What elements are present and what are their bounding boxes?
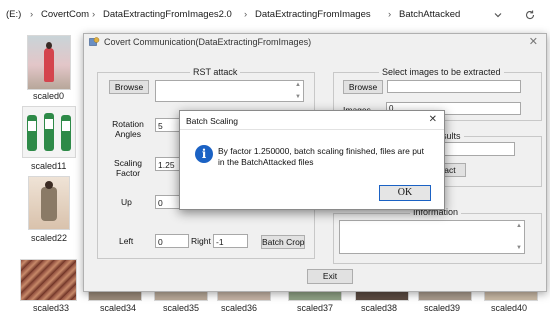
thumbnail-label: scaled40 — [491, 303, 528, 313]
main-window-title: Covert Communication(DataExtractingFromI… — [104, 37, 312, 47]
up-label: Up — [121, 197, 132, 207]
thumbnail-label: scaled35 — [163, 303, 200, 313]
thumbnail-label: scaled22 — [31, 233, 68, 243]
thumbnail-label: scaled0 — [33, 91, 65, 101]
left-label: Left — [119, 236, 134, 246]
scroll-down-icon[interactable]: ▼ — [295, 94, 301, 100]
breadcrumb-separator: › — [30, 9, 34, 20]
browse-button[interactable]: Browse — [343, 80, 383, 94]
breadcrumb-covertcom[interactable]: CovertCom — [41, 9, 89, 20]
close-icon[interactable]: ✕ — [429, 114, 437, 125]
right-label: Right — [191, 236, 211, 246]
select-images-label: Select images to be extracted — [379, 67, 504, 77]
breadcrumb-batchattacked[interactable]: BatchAttacked — [399, 9, 460, 20]
rotation-angles-input[interactable]: 5 — [155, 118, 181, 132]
information-textarea[interactable]: ▲ ▼ — [339, 220, 525, 254]
scroll-up-icon[interactable]: ▲ — [295, 82, 301, 88]
thumbnail-label: scaled34 — [100, 303, 137, 313]
thumbnail-label: scaled36 — [221, 303, 258, 313]
rst-attack-label: RST attack — [190, 67, 241, 77]
breadcrumb-dataextracting[interactable]: DataExtractingFromImages — [255, 9, 371, 20]
breadcrumb-drive[interactable]: (E:) — [6, 9, 21, 20]
up-input[interactable]: 0 — [155, 195, 181, 209]
app-icon — [89, 37, 100, 47]
rst-path-field[interactable]: ▲ ▼ — [155, 80, 304, 102]
dialog-titlebar[interactable]: Batch Scaling ✕ — [180, 111, 444, 130]
thumbnail-label: scaled11 — [31, 161, 67, 171]
exit-button[interactable]: Exit — [307, 269, 353, 284]
batch-crop-button[interactable]: Batch Crop — [261, 235, 305, 249]
close-icon[interactable]: ✕ — [529, 35, 538, 48]
select-path-field[interactable] — [387, 80, 521, 93]
scaling-factor-label: Scaling Factor — [114, 158, 142, 178]
browse-button[interactable]: Browse — [109, 80, 149, 94]
thumbnail-image[interactable] — [22, 106, 76, 158]
thumbnail-image[interactable] — [20, 259, 77, 301]
breadcrumb-separator: › — [244, 9, 248, 20]
left-input[interactable]: 0 — [155, 234, 189, 248]
batch-scaling-dialog: Batch Scaling ✕ i By factor 1.250000, ba… — [179, 110, 445, 210]
chevron-down-icon[interactable] — [490, 7, 506, 23]
explorer-address-bar[interactable]: (E:) › CovertCom › DataExtractingFromIma… — [0, 0, 550, 32]
main-window-titlebar[interactable]: Covert Communication(DataExtractingFromI… — [84, 34, 546, 50]
dialog-message: By factor 1.250000, batch scaling finish… — [218, 146, 425, 167]
right-input[interactable]: -1 — [213, 234, 248, 248]
scroll-down-icon[interactable]: ▼ — [516, 245, 522, 251]
rotation-angles-label: Rotation Angles — [112, 119, 144, 139]
breadcrumb-dataextracting2[interactable]: DataExtractingFromImages2.0 — [103, 9, 232, 20]
thumbnail-label: scaled39 — [424, 303, 461, 313]
dialog-title: Batch Scaling — [186, 116, 238, 126]
thumbnail-label: scaled37 — [297, 303, 334, 313]
info-icon: i — [195, 145, 213, 163]
thumbnail-image[interactable] — [27, 35, 71, 90]
breadcrumb-separator: › — [92, 9, 96, 20]
thumbnail-label: scaled33 — [33, 303, 70, 313]
scroll-up-icon[interactable]: ▲ — [516, 223, 522, 229]
ok-button[interactable]: OK — [379, 185, 431, 201]
scaling-factor-input[interactable]: 1.25 — [155, 157, 181, 171]
breadcrumb-separator: › — [388, 9, 392, 20]
thumbnail-image[interactable] — [28, 176, 70, 230]
thumbnail-label: scaled38 — [361, 303, 398, 313]
refresh-icon[interactable] — [522, 7, 538, 23]
